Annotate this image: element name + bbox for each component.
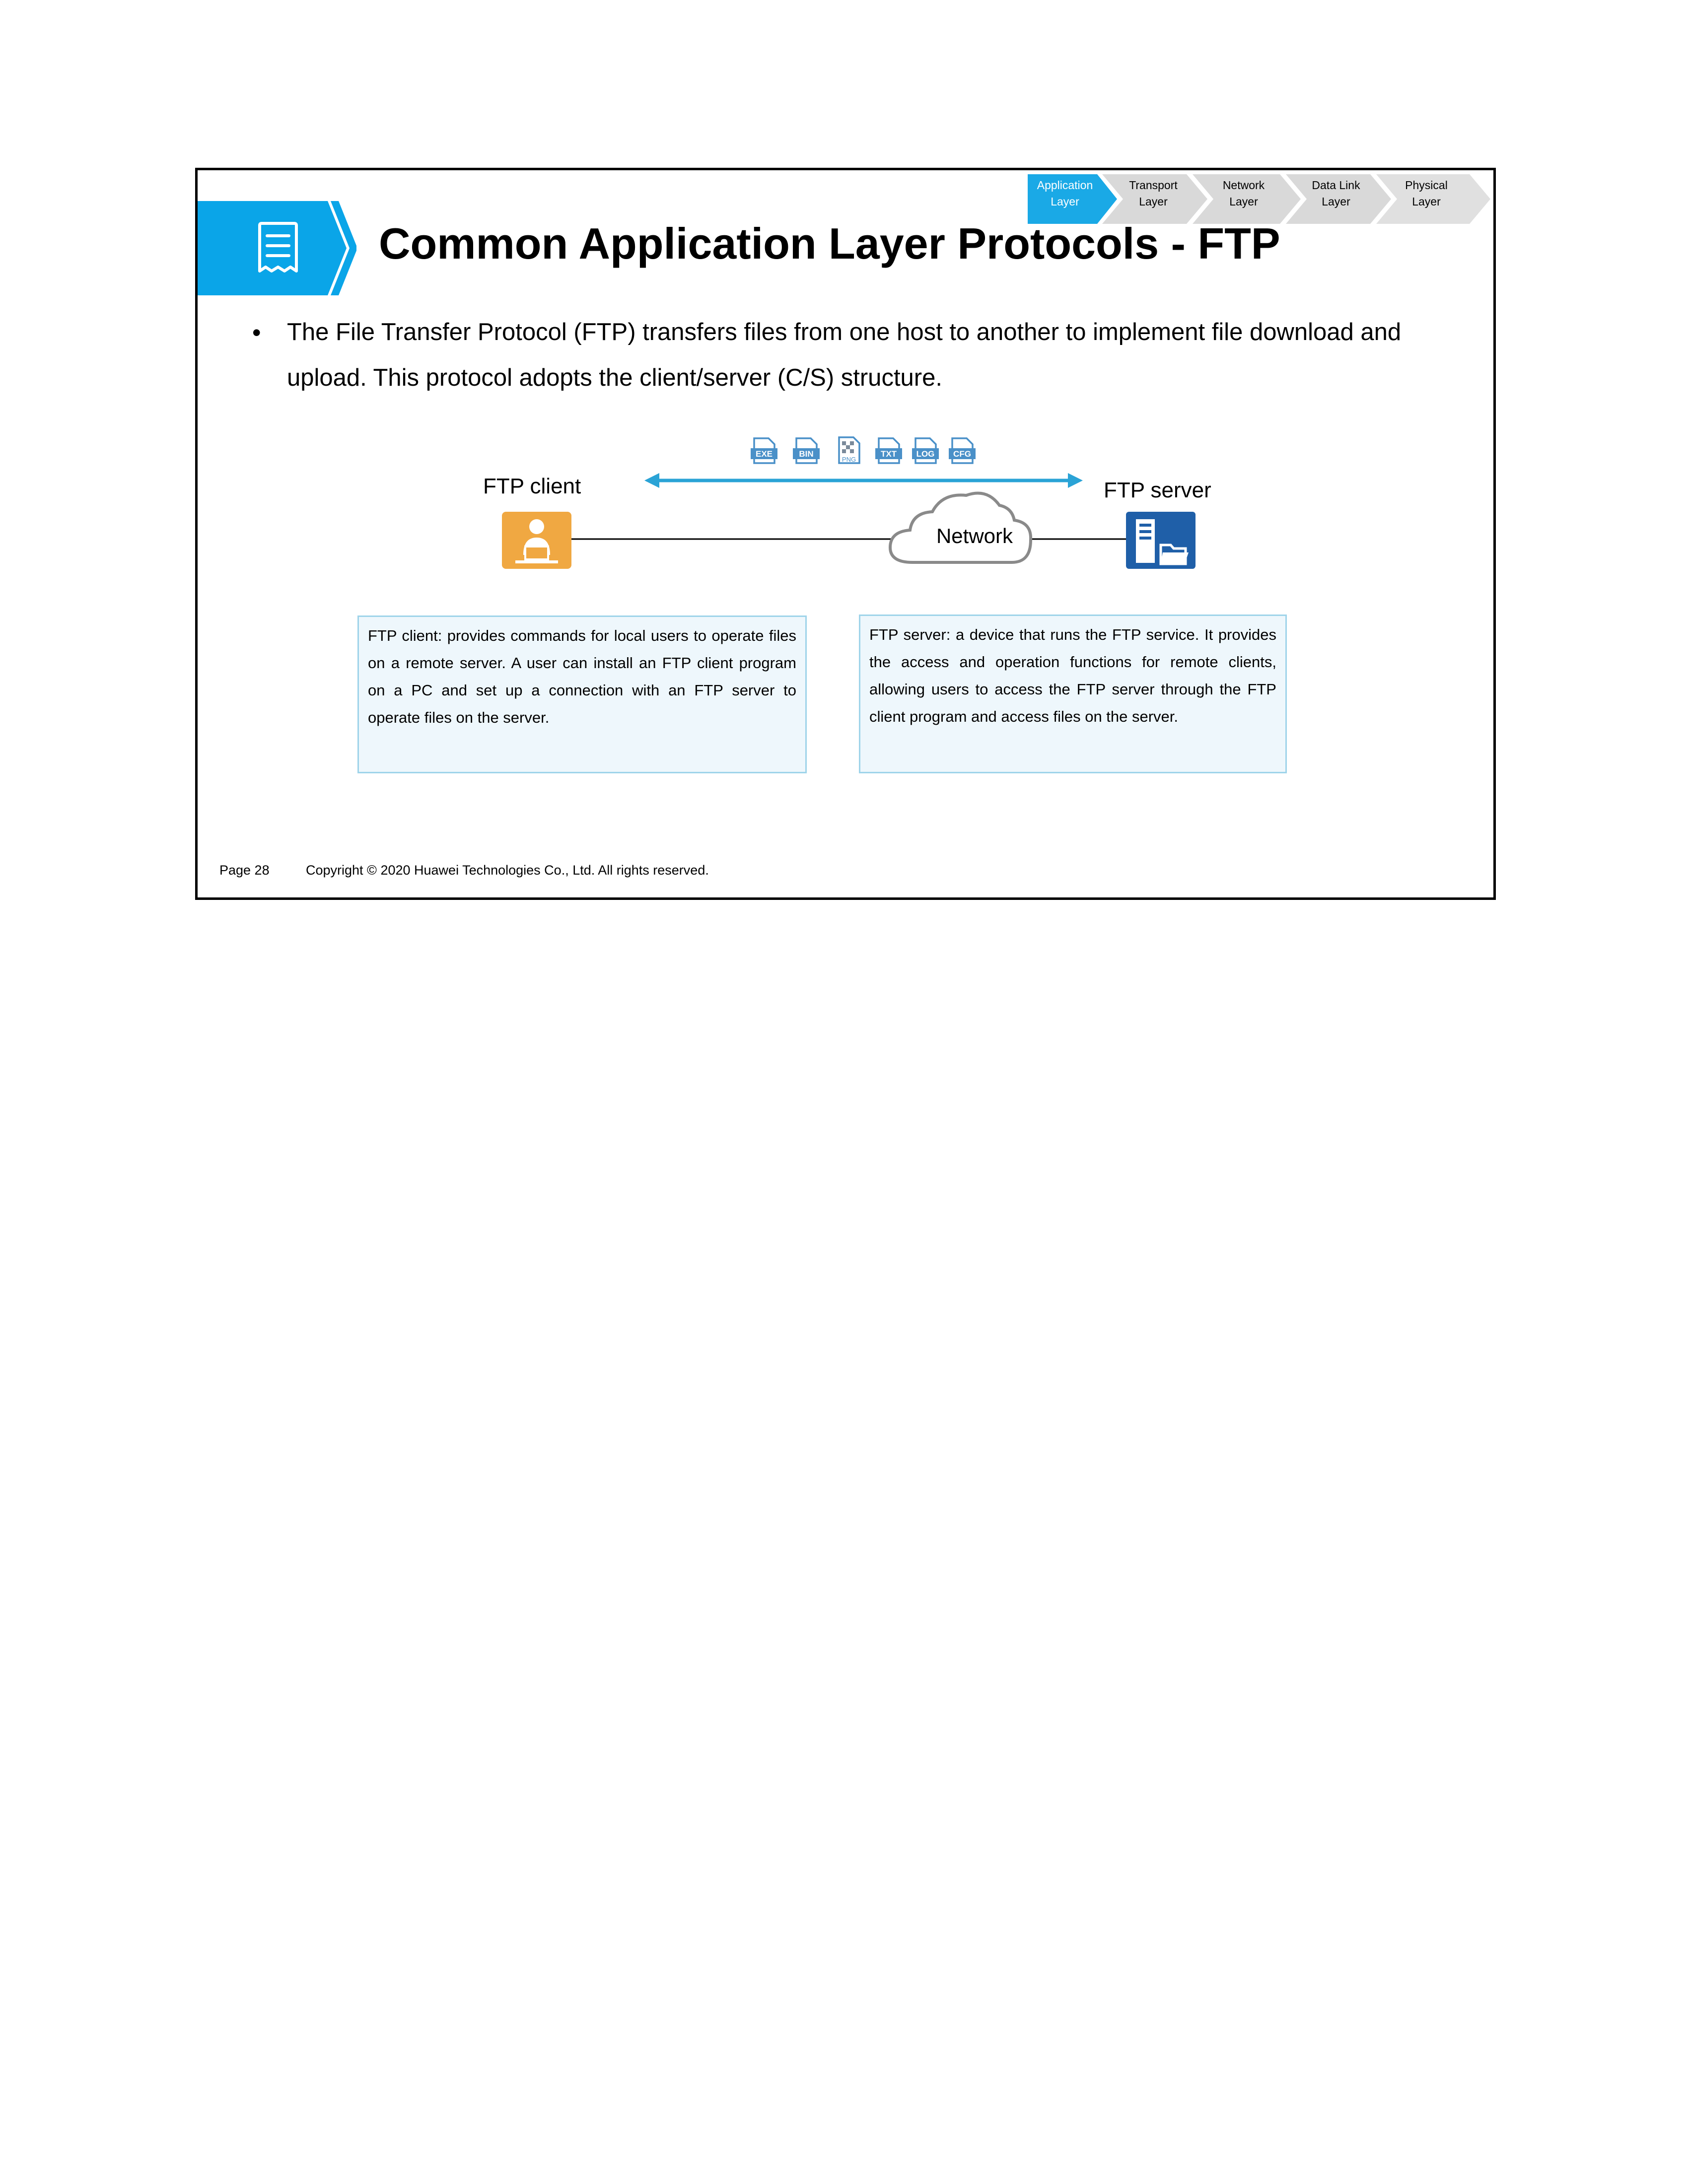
page-number: Page 28 <box>219 863 270 878</box>
svg-text:BIN: BIN <box>799 449 813 459</box>
ftp-server-description: FTP server: a device that runs the FTP s… <box>859 614 1287 773</box>
file-icon-txt: TXT <box>875 437 902 464</box>
slide: Common Application Layer Protocols - FTP… <box>195 168 1496 900</box>
ftp-client-label: FTP client <box>483 474 581 498</box>
file-icon-log: LOG <box>912 437 939 464</box>
file-icon-exe: EXE <box>751 437 777 464</box>
copyright: Copyright © 2020 Huawei Technologies Co.… <box>306 863 709 878</box>
svg-text:CFG: CFG <box>953 449 971 459</box>
svg-text:LOG: LOG <box>916 449 935 459</box>
ftp-server-label: FTP server <box>1104 478 1211 502</box>
svg-text:TXT: TXT <box>881 449 897 459</box>
network-label: Network <box>936 524 1013 547</box>
ftp-client-description: FTP client: provides commands for local … <box>357 615 807 773</box>
svg-text:EXE: EXE <box>756 449 773 459</box>
transfer-arrow <box>644 473 1083 488</box>
ftp-server-icon <box>1126 512 1196 569</box>
file-icon-bin: BIN <box>793 437 820 464</box>
svg-text:PNG: PNG <box>842 456 856 463</box>
ftp-client-icon <box>502 512 571 569</box>
file-icon-cfg: CFG <box>949 437 976 464</box>
file-icon-png: PNG <box>838 436 860 464</box>
ftp-diagram: EXE BIN PNG TXT LOG CFG <box>502 436 1196 569</box>
